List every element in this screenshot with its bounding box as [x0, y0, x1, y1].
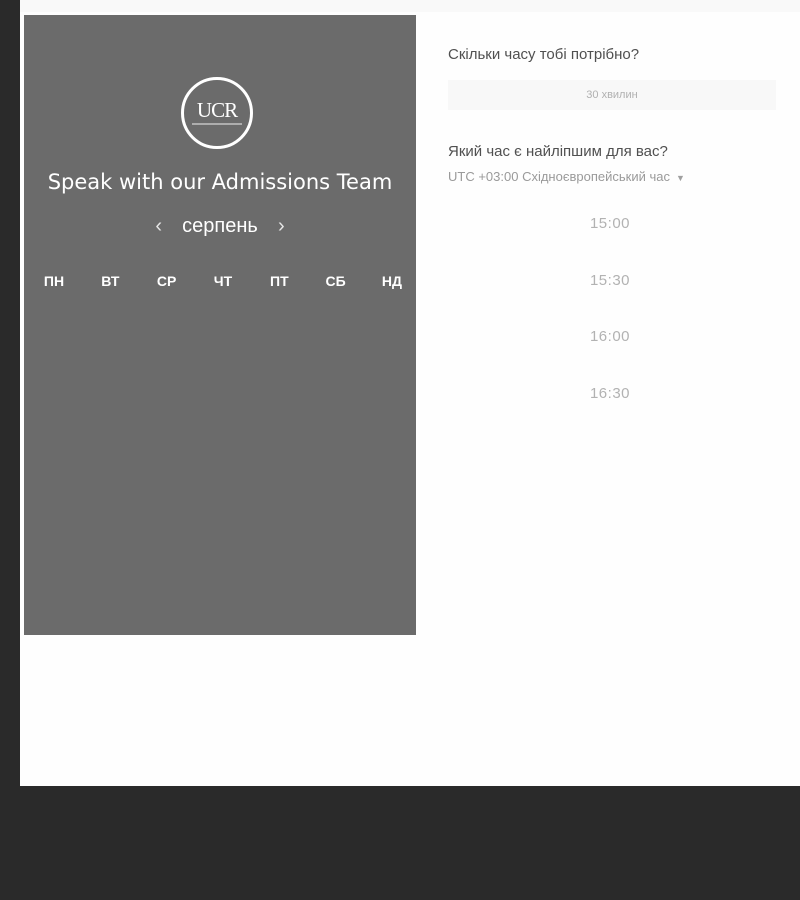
timezone-select[interactable]: UTC +03:00 Східноєвропейський час ▼ — [448, 169, 685, 184]
prev-month-icon[interactable]: ‹ — [152, 215, 166, 238]
timezone-label: UTC +03:00 Східноєвропейський час — [448, 169, 670, 184]
logo-mark: UCR — [196, 98, 238, 122]
weekday-tue: ВТ — [101, 273, 120, 289]
weekday-sat: СБ — [325, 273, 346, 289]
weekday-header: ПН ВТ СР ЧТ ПТ СБ НД — [34, 273, 412, 289]
top-strip — [20, 0, 800, 12]
weekday-mon: ПН — [43, 273, 65, 289]
weekday-fri: ПТ — [270, 273, 289, 289]
panel-title: Speak with our Admissions Team — [47, 170, 393, 194]
time-slot[interactable]: 16:30 — [448, 374, 772, 414]
current-month: серпень — [182, 215, 258, 237]
time-slot[interactable]: 16:00 — [448, 317, 772, 357]
booking-widget: UCR Speak with our Admissions Team ‹ сер… — [20, 0, 800, 786]
calendar-panel: UCR Speak with our Admissions Team ‹ сер… — [24, 15, 416, 635]
weekday-thu: ЧТ — [213, 273, 233, 289]
weekday-sun: НД — [381, 273, 403, 289]
duration-question: Скільки часу тобі потрібно? — [448, 46, 640, 63]
chevron-down-icon: ▼ — [675, 172, 685, 183]
duration-select[interactable]: 30 хвилин — [448, 80, 776, 110]
logo-tagline-line — [192, 123, 242, 125]
weekday-wed: СР — [156, 273, 177, 289]
time-slot[interactable]: 15:30 — [448, 261, 772, 301]
next-month-icon[interactable]: › — [274, 215, 288, 238]
ucr-logo: UCR — [181, 77, 253, 149]
time-slot[interactable]: 15:00 — [448, 204, 772, 244]
time-question: Який час є найліпшим для вас? — [448, 143, 668, 160]
month-navigation: ‹ серпень › — [24, 215, 416, 245]
